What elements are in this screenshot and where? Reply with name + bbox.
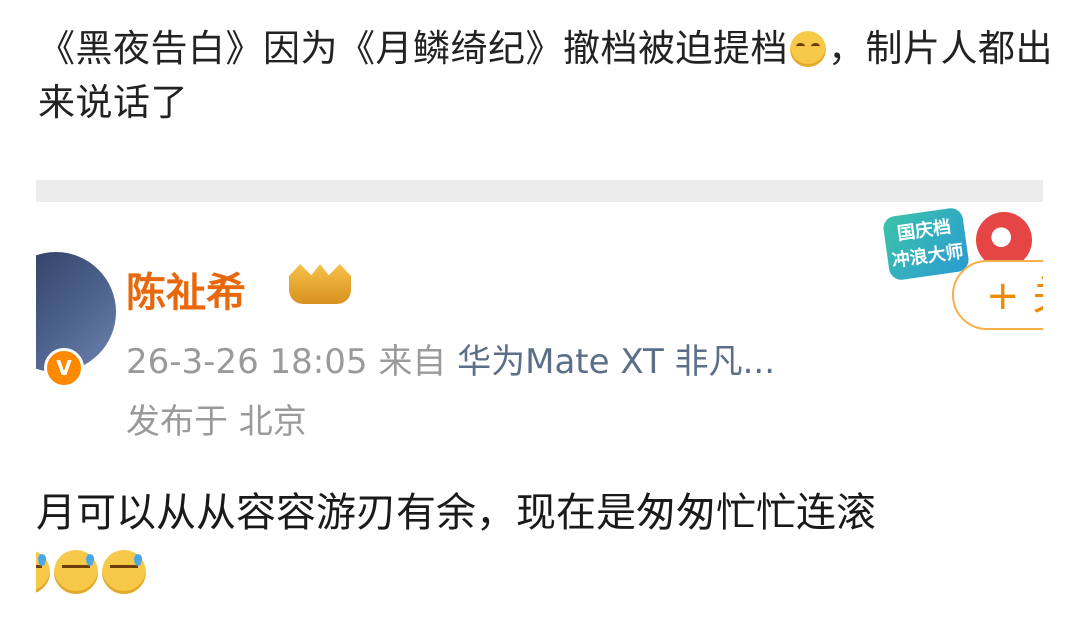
sweat-face-icon: [102, 550, 146, 594]
verified-badge-icon: V: [44, 348, 84, 388]
event-badge[interactable]: 国庆档 冲浪大师: [881, 206, 971, 282]
post-body-text: 月可以从从容容游刃有余，现在是匆匆忙忙连滚: [36, 490, 876, 536]
screenshot-top-divider: [36, 180, 1043, 202]
post-emoji-row: [36, 550, 150, 600]
sweat-face-icon: [36, 550, 50, 594]
headline-text-start: 《黑夜告白》因为《月鳞绮纪》撤档被迫提档: [38, 27, 788, 70]
post-headline: 《黑夜告白》因为《月鳞绮纪》撤档被迫提档 ，制片人都出来说话了: [38, 22, 1058, 130]
source-device-link[interactable]: 华为Mate XT 非凡...: [457, 342, 775, 382]
crown-badge-icon[interactable]: [289, 264, 351, 304]
post-meta: 26-3-26 18:05 来自 华为Mate XT 非凡...: [126, 334, 775, 383]
sweat-face-icon: [54, 550, 98, 594]
username[interactable]: 陈祉希: [126, 260, 246, 318]
post-location: 发布于 北京: [126, 402, 307, 442]
crying-face-icon: [790, 31, 826, 67]
embedded-weibo-card: V 陈祉希 26-3-26 18:05 来自 华为Mate XT 非凡... 发…: [36, 202, 1043, 633]
source-prefix: 来自: [378, 342, 447, 382]
follow-button[interactable]: + 关: [952, 260, 1043, 330]
post-timestamp: 26-3-26 18:05: [126, 342, 368, 382]
